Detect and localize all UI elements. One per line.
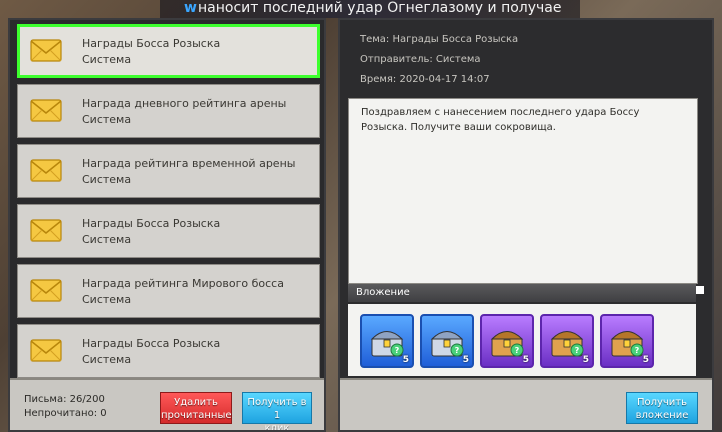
mail-item[interactable]: Награда рейтинга временной арены Система <box>17 144 320 198</box>
collect-all-label-line2: клик <box>264 423 290 432</box>
blue-chest-icon: ? <box>428 322 466 360</box>
attachment-count: 5 <box>582 355 589 365</box>
attachment-count: 5 <box>402 355 409 365</box>
mail-time: Время: 2020-04-17 14:07 <box>360 74 490 85</box>
attachments-label: Вложение <box>356 287 410 298</box>
mail-item[interactable]: Награды Босса Розыска Система <box>17 324 320 378</box>
envelope-icon <box>30 37 62 63</box>
svg-text:?: ? <box>575 346 580 355</box>
mail-item[interactable]: Награды Босса Розыска Система <box>17 204 320 258</box>
announcement-banner: w наносит последний удар Огнеглазому и п… <box>160 0 580 18</box>
banner-text: наносит последний удар Огнеглазому и пол… <box>198 0 562 16</box>
mail-detail-panel: Тема: Награды Босса Розыска Отправитель:… <box>338 18 714 432</box>
attachment-item[interactable]: ? 5 <box>540 314 594 368</box>
svg-text:?: ? <box>515 346 520 355</box>
collect-all-button[interactable]: Получить в 1 клик <box>242 392 312 430</box>
envelope-icon <box>30 337 62 363</box>
attachment-count: 5 <box>522 355 529 365</box>
envelope-icon <box>30 277 62 303</box>
mail-item-sender: Система <box>82 173 132 186</box>
envelope-icon <box>30 97 62 123</box>
purple-chest-icon: ? <box>548 322 586 360</box>
svg-text:?: ? <box>395 346 400 355</box>
mail-item[interactable]: Награда дневного рейтинга арены Система <box>17 84 320 138</box>
mail-sender: Отправитель: Система <box>360 54 481 65</box>
mail-item-sender: Система <box>82 233 132 246</box>
mail-item-title: Награды Босса Розыска <box>82 217 221 230</box>
letters-count: Письма: 26/200 <box>24 394 105 405</box>
mail-item-title: Награда рейтинга Мирового босса <box>82 277 284 290</box>
svg-text:?: ? <box>635 346 640 355</box>
attachment-item[interactable]: ? 5 <box>360 314 414 368</box>
mail-body-box: Поздравляем с нанесением последнего удар… <box>348 98 698 284</box>
envelope-icon <box>30 157 62 183</box>
mail-item-title: Награды Босса Розыска <box>82 37 221 50</box>
delete-read-label-line1: Удалить <box>174 397 218 408</box>
mail-detail-footer: Получить вложение <box>340 378 712 430</box>
delete-read-label-line2: прочитанные <box>161 410 232 421</box>
collect-attachment-label-line1: Получить <box>636 397 688 408</box>
attachments-area: ? 5? 5? 5? 5? 5 <box>348 304 696 376</box>
svg-text:?: ? <box>455 346 460 355</box>
collect-all-label-line1: Получить в 1 <box>247 397 307 421</box>
attachment-item[interactable]: ? 5 <box>420 314 474 368</box>
mail-item[interactable]: Награды Босса Розыска Система <box>17 24 320 78</box>
collect-attachment-label-line2: вложение <box>635 410 689 421</box>
mail-item-sender: Система <box>82 353 132 366</box>
attachment-item[interactable]: ? 5 <box>480 314 534 368</box>
purple-chest-icon: ? <box>488 322 526 360</box>
attachment-count: 5 <box>462 355 469 365</box>
mail-list-panel: Награды Босса Розыска Система Награда днев… <box>8 18 326 432</box>
mail-item-sender: Система <box>82 293 132 306</box>
blue-chest-icon: ? <box>368 322 406 360</box>
mail-item[interactable]: Награда рейтинга Мирового босса Система <box>17 264 320 318</box>
delete-read-button[interactable]: Удалить прочитанные <box>160 392 232 424</box>
mail-item-title: Награды Босса Розыска <box>82 337 221 350</box>
mail-item-title: Награда рейтинга временной арены <box>82 157 296 170</box>
mail-body-text: Поздравляем с нанесением последнего удар… <box>361 107 640 133</box>
envelope-icon <box>30 217 62 243</box>
mail-item-sender: Система <box>82 53 132 66</box>
attachment-count: 5 <box>642 355 649 365</box>
collect-attachment-button[interactable]: Получить вложение <box>626 392 698 424</box>
attachments-header: Вложение <box>348 284 696 302</box>
scrollbar-handle[interactable] <box>696 286 704 294</box>
mail-item-title: Награда дневного рейтинга арены <box>82 97 287 110</box>
purple-chest-icon: ? <box>608 322 646 360</box>
unread-count: Непрочитано: 0 <box>24 408 107 419</box>
mail-list-footer: Письма: 26/200 Непрочитано: 0 Удалить пр… <box>10 378 324 430</box>
mail-subject: Тема: Награды Босса Розыска <box>360 34 519 45</box>
attachment-item[interactable]: ? 5 <box>600 314 654 368</box>
mail-item-sender: Система <box>82 113 132 126</box>
banner-player-name: w <box>184 0 197 16</box>
